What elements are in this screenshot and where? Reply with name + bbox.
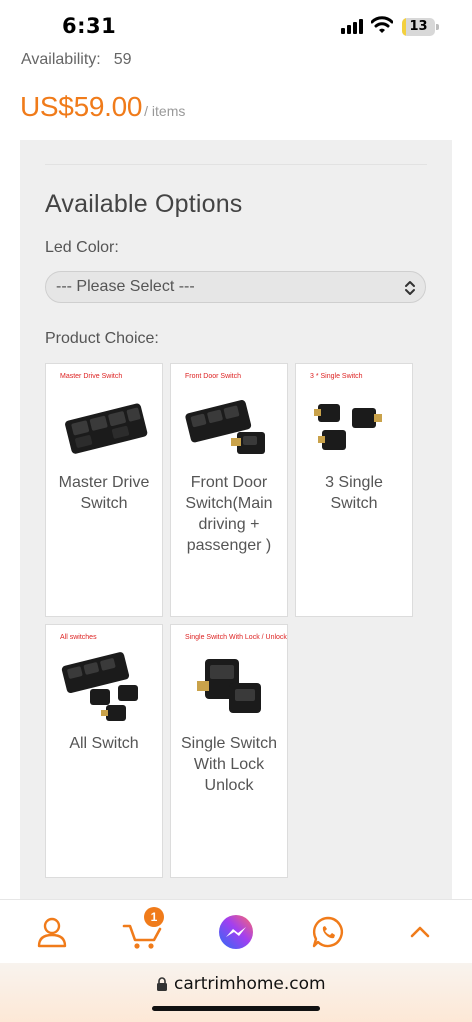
- choice-3-single-switch[interactable]: 3 * Single Switch 3 Single Switch: [295, 363, 413, 617]
- choice-label: 3 Single Switch: [325, 474, 383, 512]
- choice-front-door-switch[interactable]: Front Door Switch Front Door Switch(Main…: [170, 363, 288, 617]
- choice-master-drive-switch[interactable]: Master Drive Switch Master Drive Switch: [45, 363, 163, 617]
- led-color-label: Led Color:: [45, 239, 119, 256]
- battery-icon: 13: [402, 18, 435, 36]
- nav-whatsapp[interactable]: [303, 908, 353, 956]
- choice-label: Front Door Switch(Main driving + passeng…: [185, 474, 273, 554]
- nav-account[interactable]: [27, 908, 77, 956]
- price: US$59.00: [20, 91, 143, 122]
- divider: [45, 164, 427, 165]
- product-choice-label: Product Choice:: [45, 330, 159, 347]
- choice-image-caption: Single Switch With Lock / Unlock: [185, 634, 287, 641]
- choice-single-switch-lock[interactable]: Single Switch With Lock / Unlock Single …: [170, 624, 288, 878]
- battery-tip: [436, 24, 439, 30]
- master-switch-image: [65, 403, 148, 454]
- availability: Availability: 59: [21, 51, 132, 69]
- status-time: 6:31: [62, 14, 117, 38]
- url-text: cartrimhome.com: [174, 974, 326, 994]
- led-color-select-value: --- Please Select ---: [56, 278, 195, 295]
- availability-value: 59: [113, 51, 132, 68]
- single-switch-lock-image: [197, 659, 261, 713]
- choice-image-caption: Front Door Switch: [185, 373, 242, 380]
- account-icon: [37, 917, 67, 948]
- scroll-to-top-button[interactable]: [395, 908, 445, 956]
- browser-url-bar[interactable]: cartrimhome.com: [0, 963, 472, 1022]
- choice-image-caption: Master Drive Switch: [60, 373, 123, 380]
- price-row: US$59.00/ items: [20, 91, 185, 123]
- availability-label: Availability:: [21, 51, 101, 68]
- select-chevrons-icon: [405, 281, 415, 295]
- whatsapp-icon: [312, 916, 343, 948]
- front-door-switch-image: [185, 400, 265, 454]
- choice-image-caption: 3 * Single Switch: [310, 373, 363, 380]
- lock-icon: [157, 977, 167, 991]
- battery-percent: 13: [409, 19, 428, 34]
- home-indicator: [152, 1006, 320, 1011]
- led-color-select[interactable]: --- Please Select ---: [45, 271, 426, 303]
- bottom-nav: 1: [0, 899, 472, 963]
- choice-label: All Switch: [69, 735, 139, 752]
- price-unit: / items: [144, 103, 186, 119]
- scroll-top-icon: [410, 926, 430, 938]
- choice-all-switch[interactable]: All switches All Switch: [45, 624, 163, 878]
- wifi-icon: [371, 16, 393, 33]
- all-switches-image: [61, 652, 138, 721]
- cellular-signal-icon: [341, 19, 363, 34]
- cart-count-badge: 1: [144, 907, 164, 927]
- messenger-icon: [219, 915, 253, 949]
- options-panel: Available Options Led Color: --- Please …: [20, 140, 452, 900]
- nav-messenger[interactable]: [211, 908, 261, 956]
- status-bar: 6:31 13: [0, 0, 472, 52]
- three-single-switch-image: [314, 404, 382, 450]
- options-title: Available Options: [45, 190, 243, 218]
- choice-image-caption: All switches: [60, 634, 97, 641]
- choice-label: Master Drive Switch: [58, 474, 150, 512]
- choice-label: Single Switch With Lock Unlock: [180, 735, 278, 794]
